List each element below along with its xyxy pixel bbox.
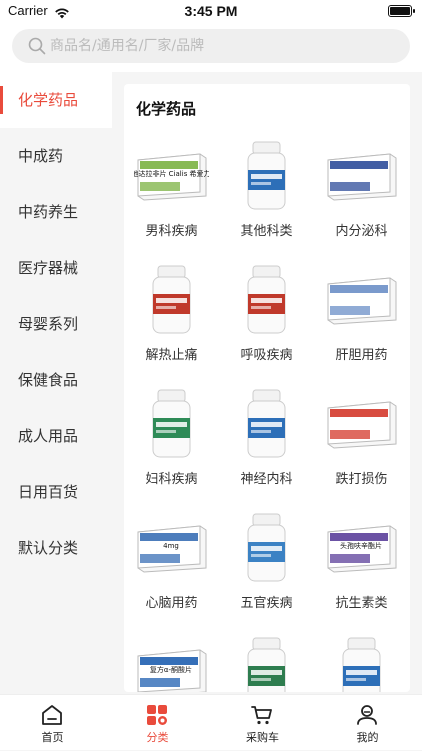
tab-category[interactable]: 分类	[105, 695, 210, 751]
sidebar-item-daily-goods[interactable]: 日用百货	[0, 464, 112, 520]
tab-label: 我的	[356, 731, 379, 744]
sidebar-item-label: 化学药品	[18, 91, 79, 109]
category-icon	[147, 705, 167, 725]
section-title: 化学药品	[136, 100, 197, 118]
search-bar	[0, 24, 422, 72]
sidebar-item-health-food[interactable]: 保健食品	[0, 352, 112, 408]
sidebar-item-label: 日用百货	[18, 483, 79, 501]
search-input[interactable]	[50, 29, 390, 63]
product-category-label: 五官疾病	[240, 596, 293, 611]
sidebar-item-tcm-wellness[interactable]: 中药养生	[0, 184, 112, 240]
sidebar-item-default[interactable]: 默认分类	[0, 520, 112, 576]
sidebar-item-label: 默认分类	[18, 539, 79, 557]
product-image	[134, 388, 209, 460]
sidebar-item-maternal-baby[interactable]: 母婴系列	[0, 296, 112, 352]
search-icon	[28, 37, 46, 59]
product-category-item[interactable]: 他达拉非片 Cialis 希爱力男科疾病	[124, 140, 219, 264]
product-category-item[interactable]: 妇科疾病	[124, 388, 219, 512]
product-category-label: 其他科类	[240, 224, 293, 239]
product-pack-text: 头孢呋辛酯片	[340, 541, 382, 550]
sidebar-item-medical-devices[interactable]: 医疗器械	[0, 240, 112, 296]
product-category-label: 妇科疾病	[145, 472, 198, 487]
cart-icon	[251, 706, 272, 725]
sidebar-item-label: 医疗器械	[18, 259, 79, 277]
product-category-item[interactable]	[219, 636, 314, 692]
product-image: 复方α-酮酸片	[134, 636, 209, 692]
product-category-item[interactable]: 跌打损伤	[314, 388, 409, 512]
search-box[interactable]	[12, 29, 410, 63]
product-image	[324, 388, 399, 460]
product-image: 他达拉非片 Cialis 希爱力	[131, 140, 211, 212]
sidebar-item-chinese-patent-medicine[interactable]: 中成药	[0, 128, 112, 184]
battery-icon	[388, 5, 415, 17]
product-category-item[interactable]	[314, 636, 409, 692]
product-category-item[interactable]: 呼吸疾病	[219, 264, 314, 388]
tab-label: 采购车	[246, 731, 279, 744]
product-pack-text: 他达拉非片 Cialis 希爱力	[134, 169, 209, 178]
product-category-item[interactable]: 解热止痛	[124, 264, 219, 388]
product-category-item[interactable]: 其他科类	[219, 140, 314, 264]
sidebar-item-chemical-drugs[interactable]: 化学药品	[0, 72, 112, 128]
product-category-item[interactable]: 复方α-酮酸片	[124, 636, 219, 692]
product-image	[134, 264, 209, 336]
product-image	[229, 388, 304, 460]
tab-bar: 首页 分类 采购车 我的	[0, 694, 422, 750]
sidebar-item-label: 中药养生	[18, 203, 79, 221]
product-image: 头孢呋辛酯片	[324, 512, 399, 584]
product-category-label: 跌打损伤	[335, 472, 388, 487]
tab-label: 首页	[41, 731, 64, 744]
product-category-item[interactable]: 内分泌科	[314, 140, 409, 264]
product-category-item[interactable]: 神经内科	[219, 388, 314, 512]
sidebar-item-label: 保健食品	[18, 371, 79, 389]
product-category-label: 神经内科	[240, 472, 293, 487]
product-category-item[interactable]: 肝胆用药	[314, 264, 409, 388]
sidebar-item-adult-products[interactable]: 成人用品	[0, 408, 112, 464]
product-image	[324, 140, 399, 212]
product-image	[229, 636, 304, 692]
profile-icon	[357, 705, 377, 725]
tab-cart[interactable]: 采购车	[210, 695, 315, 751]
category-sidebar: 化学药品 中成药 中药养生 医疗器械 母婴系列 保健食品 成人用品 日用百货 默…	[0, 72, 112, 692]
product-category-label: 内分泌科	[335, 224, 388, 239]
sidebar-item-label: 中成药	[18, 147, 64, 165]
home-icon	[42, 705, 62, 725]
product-category-label: 心脑用药	[145, 596, 198, 611]
product-category-item[interactable]: 4mg 心脑用药	[124, 512, 219, 636]
sidebar-item-label: 成人用品	[18, 427, 79, 445]
product-image	[229, 512, 304, 584]
product-category-label: 抗生素类	[335, 596, 388, 611]
status-bar: Carrier 3:45 PM	[0, 0, 422, 24]
clock: 3:45 PM	[184, 3, 238, 19]
product-category-label: 解热止痛	[145, 348, 198, 363]
product-category-item[interactable]: 头孢呋辛酯片抗生素类	[314, 512, 409, 636]
category-content: 化学药品 他达拉非片 Cialis 希爱力 男科疾病 其他科类 内分泌科 解热止痛 呼吸疾…	[124, 84, 410, 692]
product-category-label: 呼吸疾病	[240, 348, 293, 363]
product-pack-text: 4mg	[163, 542, 179, 550]
tab-label: 分类	[146, 731, 169, 744]
product-category-label: 男科疾病	[145, 224, 198, 239]
product-image	[229, 140, 304, 212]
tab-home[interactable]: 首页	[0, 695, 105, 751]
tab-profile[interactable]: 我的	[315, 695, 420, 751]
sidebar-item-label: 母婴系列	[18, 315, 79, 333]
product-category-item[interactable]: 五官疾病	[219, 512, 314, 636]
product-image	[324, 636, 399, 692]
product-image	[324, 264, 399, 336]
product-image	[229, 264, 304, 336]
product-pack-text: 复方α-酮酸片	[150, 665, 192, 674]
product-image: 4mg	[134, 512, 209, 584]
product-category-label: 肝胆用药	[335, 348, 388, 363]
